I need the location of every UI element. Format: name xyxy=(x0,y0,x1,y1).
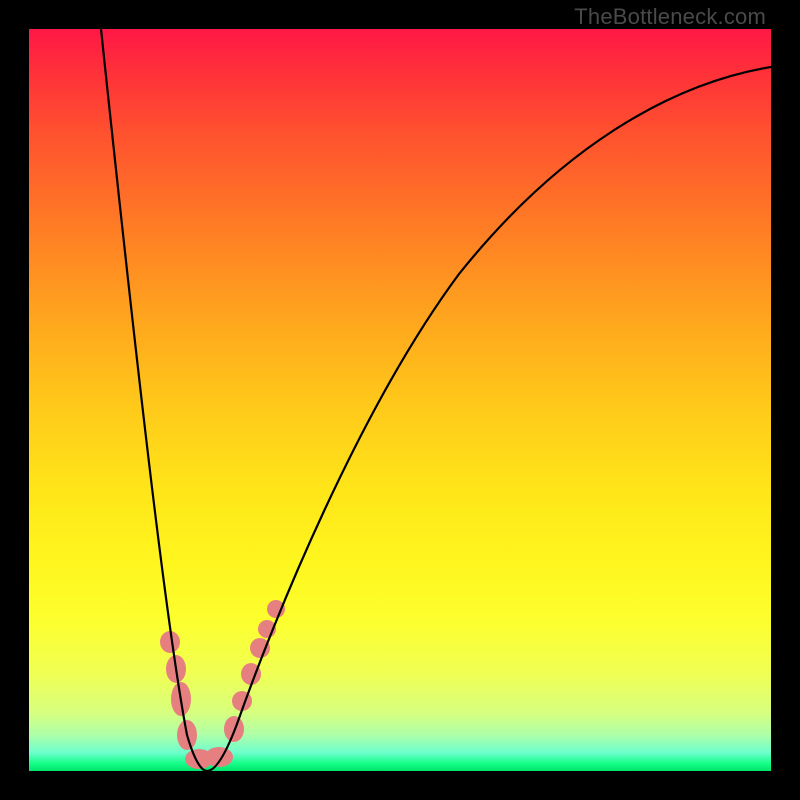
data-marker xyxy=(205,747,233,767)
data-marker xyxy=(267,600,285,618)
plot-area xyxy=(29,29,771,771)
data-marker xyxy=(160,631,180,653)
watermark-text: TheBottleneck.com xyxy=(574,4,766,30)
bottleneck-curve-svg xyxy=(29,29,771,771)
bottleneck-curve xyxy=(101,29,771,771)
chart-frame: TheBottleneck.com xyxy=(0,0,800,800)
